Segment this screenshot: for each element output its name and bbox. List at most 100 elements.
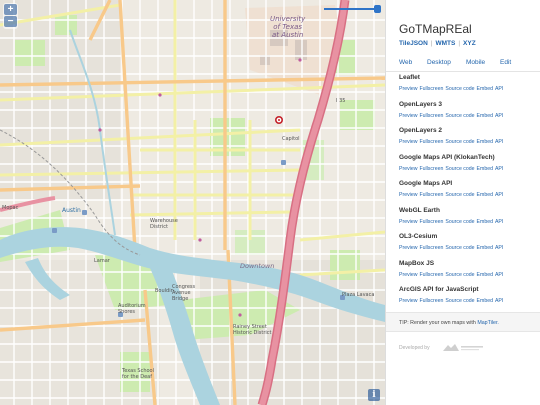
tab-edit[interactable]: Edit — [500, 59, 511, 66]
map-label-texas-school: Texas School for the Deaf — [122, 368, 155, 380]
viewer-name: OpenLayers 2 — [399, 127, 442, 134]
preview-link[interactable]: Preview — [399, 86, 417, 92]
fullscreen-link[interactable]: Fullscreen — [419, 113, 443, 119]
embed-link[interactable]: Embed — [477, 86, 493, 92]
tab-desktop[interactable]: Desktop — [427, 59, 451, 66]
embed-link[interactable]: Embed — [477, 166, 493, 172]
viewer-links: Preview Fullscreen Source code Embed API — [399, 139, 505, 145]
api-link[interactable]: API — [495, 86, 503, 92]
map-label-bouldin: Bouldin — [155, 288, 174, 294]
tab-web[interactable]: Web — [399, 59, 412, 66]
map-label-downtown: Downtown — [240, 262, 275, 270]
fullscreen-link[interactable]: Fullscreen — [419, 192, 443, 198]
source-code-link[interactable]: Source code — [445, 272, 474, 278]
api-link[interactable]: API — [495, 192, 503, 198]
zoom-in-button[interactable]: + — [4, 4, 17, 15]
fullscreen-link[interactable]: Fullscreen — [419, 139, 443, 145]
fullscreen-link[interactable]: Fullscreen — [419, 219, 443, 225]
viewer-name: ArcGIS API for JavaScript — [399, 286, 479, 293]
viewer-name: WebGL Earth — [399, 206, 440, 214]
viewer-links: Preview Fullscreen Source code Embed API — [399, 166, 505, 172]
attribution-info-button[interactable]: i — [368, 389, 380, 401]
map-label-mopac: Mopac — [2, 205, 19, 211]
opacity-slider[interactable] — [324, 5, 381, 13]
source-code-link[interactable]: Source code — [445, 245, 474, 251]
slider-track — [324, 8, 380, 10]
map-label-congress: Congress Avenue Bridge — [172, 284, 196, 302]
source-code-link[interactable]: Source code — [445, 86, 474, 92]
embed-link[interactable]: Embed — [477, 272, 493, 278]
preview-link[interactable]: Preview — [399, 192, 417, 198]
map-label-auditorium: Auditorium Shores — [118, 303, 146, 315]
source-code-link[interactable]: Source code — [445, 219, 474, 225]
map-label-austin: Austin — [62, 207, 81, 214]
link-separator: | — [458, 40, 461, 47]
viewer-list: Leaflet Preview Fullscreen Source code Embed… — [399, 71, 535, 310]
fullscreen-link[interactable]: Fullscreen — [419, 272, 443, 278]
viewer-item: MapBox JS Preview Fullscreen Source code Emb… — [399, 257, 535, 284]
tip-text: TIP: Render your own maps with — [399, 320, 478, 326]
source-code-link[interactable]: Source code — [445, 192, 474, 198]
viewer-links: Preview Fullscreen Source code Embed API — [399, 113, 505, 119]
preview-link[interactable]: Preview — [399, 298, 417, 304]
api-link[interactable]: API — [495, 272, 503, 278]
preview-link[interactable]: Preview — [399, 272, 417, 278]
xyz-link[interactable]: XYZ — [463, 40, 476, 47]
viewer-links: Preview Fullscreen Source code Embed API — [399, 192, 505, 198]
viewer-links: Preview Fullscreen Source code Embed API — [399, 219, 505, 225]
fullscreen-link[interactable]: Fullscreen — [419, 298, 443, 304]
preview-link[interactable]: Preview — [399, 245, 417, 251]
viewer-item: OL3-Cesium Preview Fullscreen Source code Em… — [399, 230, 535, 257]
map-tiles — [0, 0, 385, 405]
api-link[interactable]: API — [495, 139, 503, 145]
viewer-name: MapBox JS — [399, 259, 435, 267]
wmts-link[interactable]: WMTS — [435, 40, 455, 47]
viewer-links: Preview Fullscreen Source code Embed API — [399, 86, 505, 92]
klokan-logo-icon[interactable] — [442, 343, 484, 353]
preview-link[interactable]: Preview — [399, 166, 417, 172]
service-links: TileJSON | WMTS | XYZ — [399, 40, 476, 47]
tab-mobile[interactable]: Mobile — [466, 59, 485, 66]
embed-link[interactable]: Embed — [477, 219, 493, 225]
api-link[interactable]: API — [495, 219, 503, 225]
map-label-rainey: Rainey Street Historic District — [233, 324, 272, 336]
viewer-name: OL3-Cesium — [399, 233, 438, 240]
viewer-item: Google Maps API Preview Fullscreen Source c… — [399, 177, 535, 204]
map-label-lamar: Lamar — [94, 258, 110, 264]
viewer-links: Preview Fullscreen Source code Embed API — [399, 245, 505, 251]
fullscreen-link[interactable]: Fullscreen — [419, 245, 443, 251]
map-canvas[interactable]: University of Texas at Austin Austin Dow… — [0, 0, 385, 405]
api-link[interactable]: API — [495, 166, 503, 172]
maptiler-link[interactable]: MapTiler. — [477, 320, 499, 326]
viewer-item: OpenLayers 3 Preview Fullscreen Source code… — [399, 98, 535, 125]
source-code-link[interactable]: Source code — [445, 113, 474, 119]
embed-link[interactable]: Embed — [477, 192, 493, 198]
zoom-out-button[interactable]: − — [4, 16, 17, 27]
api-link[interactable]: API — [495, 245, 503, 251]
map-label-warehouse: Warehouse District — [150, 218, 178, 230]
fullscreen-link[interactable]: Fullscreen — [419, 86, 443, 92]
embed-link[interactable]: Embed — [477, 245, 493, 251]
preview-link[interactable]: Preview — [399, 219, 417, 225]
source-code-link[interactable]: Source code — [445, 298, 474, 304]
viewer-item: WebGL Earth Preview Fullscreen Source code E… — [399, 204, 535, 231]
slider-handle[interactable] — [374, 5, 381, 13]
source-code-link[interactable]: Source code — [445, 166, 474, 172]
tilejson-link[interactable]: TileJSON — [399, 40, 428, 47]
embed-link[interactable]: Embed — [477, 113, 493, 119]
source-code-link[interactable]: Source code — [445, 139, 474, 145]
api-link[interactable]: API — [495, 113, 503, 119]
map-label-plaza: Plaza Lavaca — [342, 292, 375, 298]
preview-link[interactable]: Preview — [399, 139, 417, 145]
viewer-item: OpenLayers 2 Preview Fullscreen Source code… — [399, 124, 535, 151]
embed-link[interactable]: Embed — [477, 298, 493, 304]
viewer-name: Google Maps API (KlokanTech) — [399, 153, 495, 161]
fullscreen-link[interactable]: Fullscreen — [419, 166, 443, 172]
map-label-i35: I 35 — [336, 98, 346, 104]
map-label-university: University of Texas at Austin — [270, 15, 306, 39]
embed-link[interactable]: Embed — [477, 139, 493, 145]
preview-link[interactable]: Preview — [399, 113, 417, 119]
viewer-item: Leaflet Preview Fullscreen Source code Embed… — [399, 71, 535, 98]
platform-tabs: Web Desktop Mobile Edit — [386, 57, 540, 72]
api-link[interactable]: API — [495, 298, 503, 304]
